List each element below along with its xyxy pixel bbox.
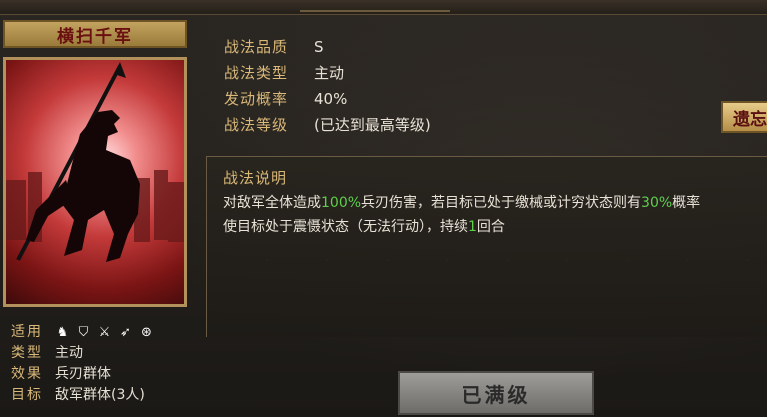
chance-label: 发动概率 (224, 90, 289, 108)
skill-type-value: 主动 (314, 64, 345, 82)
desc-part-1: 对敌军全体造成 (223, 195, 321, 211)
panel-pattern (207, 157, 767, 337)
skill-properties: 适用 ♞ ⛉ ⚔ ➶ ⊛ 类型 主动 效果 兵刃群体 目标 敌军群体(3人) (11, 322, 154, 406)
effect-label: 效果 (11, 366, 43, 382)
target-row: 目标 敌军群体(3人) (11, 385, 154, 406)
desc-chance-value: 30% (641, 195, 673, 211)
desc-part-3: 概率 (672, 195, 701, 211)
level-row: 战法等级 (已达到最高等级) (224, 112, 431, 138)
desc-damage-value: 100% (321, 195, 362, 211)
description-panel: 战法说明 对敌军全体造成100%兵刃伤害，若目标已处于缴械或计穷状态则有30%概… (206, 156, 767, 337)
type-label: 类型 (11, 345, 43, 361)
target-label: 目标 (11, 387, 43, 403)
level-value: (已达到最高等级) (314, 116, 431, 134)
max-level-button[interactable]: 已满级 (398, 371, 594, 415)
units-label: 适用 (11, 324, 43, 340)
quality-row: 战法品质 S (224, 34, 431, 60)
desc-turns-value: 1 (468, 219, 477, 235)
desc-part-2: 兵刃伤害，若目标已处于缴械或计穷状态则有 (361, 195, 642, 211)
desc-part-5: 回合 (476, 219, 505, 235)
description-text: 对敌军全体造成100%兵刃伤害，若目标已处于缴械或计穷状态则有30%概率使目标处… (223, 191, 763, 239)
skill-type-label: 战法类型 (224, 64, 289, 82)
skill-name-title: 横扫千军 (3, 20, 187, 48)
desc-part-4: 使目标处于震慑状态（无法行动），持续 (223, 219, 468, 235)
skill-details: 战法品质 S 战法类型 主动 发动概率 40% 战法等级 (已达到最高等级) (224, 34, 431, 138)
target-value: 敌军群体(3人) (55, 387, 145, 403)
forget-button[interactable]: 遗忘 (721, 101, 767, 133)
crossed-swords-icon: ⚔ (98, 325, 111, 340)
quality-value: S (314, 38, 324, 56)
type-row: 类型 主动 (11, 343, 154, 364)
warrior-silhouette (6, 62, 184, 262)
quality-label: 战法品质 (224, 38, 289, 56)
skill-type-row: 战法类型 主动 (224, 60, 431, 86)
title-banner (300, 0, 450, 12)
unit-icons: ♞ ⛉ ⚔ ➶ ⊛ (55, 325, 154, 340)
top-banner (0, 0, 767, 15)
description-title: 战法说明 (223, 169, 288, 187)
chance-row: 发动概率 40% (224, 86, 431, 112)
chance-value: 40% (314, 90, 348, 108)
units-row: 适用 ♞ ⛉ ⚔ ➶ ⊛ (11, 322, 154, 343)
shield-icon: ⛉ (78, 325, 89, 340)
skill-portrait (3, 57, 187, 307)
effect-row: 效果 兵刃群体 (11, 364, 154, 385)
wheel-icon: ⊛ (141, 325, 152, 340)
type-value: 主动 (55, 345, 83, 361)
bow-icon: ➶ (120, 325, 131, 340)
effect-value: 兵刃群体 (55, 366, 111, 382)
level-label: 战法等级 (224, 116, 289, 134)
cavalry-icon: ♞ (56, 325, 69, 340)
